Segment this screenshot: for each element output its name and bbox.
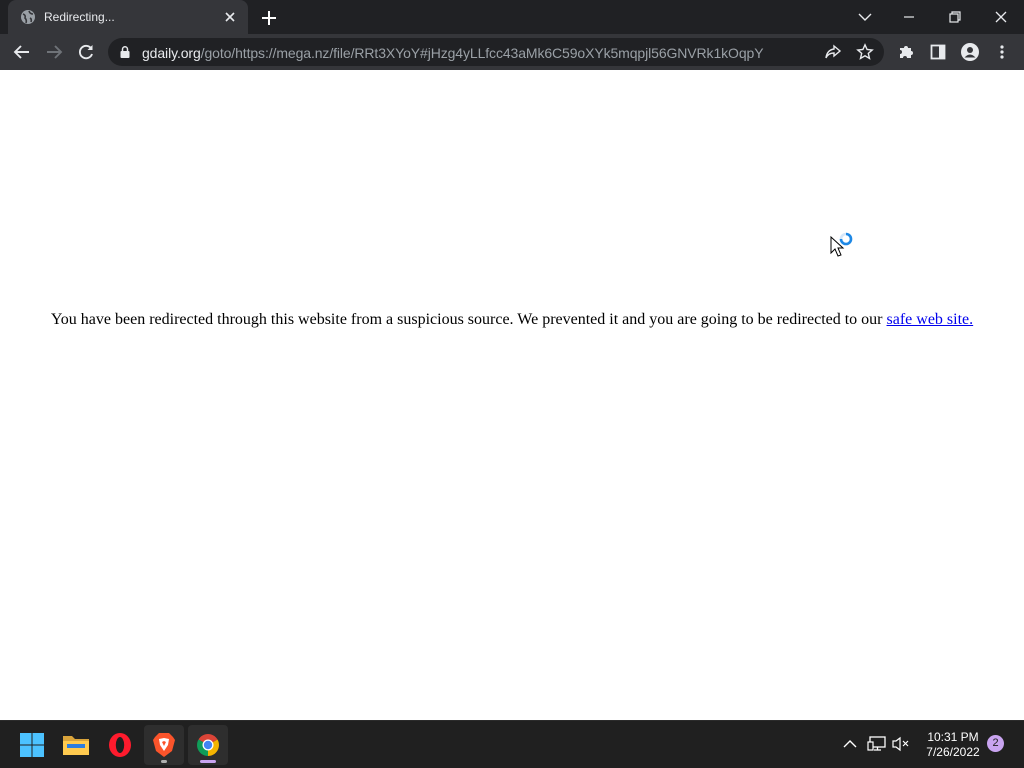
taskbar-app-file-explorer[interactable] [56, 725, 96, 765]
tab-title: Redirecting... [44, 10, 115, 24]
volume-button[interactable] [890, 733, 912, 755]
tab-search-button[interactable] [842, 0, 888, 34]
notification-badge[interactable]: 2 [987, 735, 1004, 752]
reload-button[interactable] [73, 39, 99, 65]
chevron-up-icon [843, 740, 857, 748]
show-hidden-icons-button[interactable] [839, 733, 861, 755]
redirect-message-text: You have been redirected through this we… [50, 311, 883, 328]
side-panel-icon [930, 44, 946, 60]
running-indicator [161, 760, 167, 763]
side-panel-button[interactable] [925, 39, 951, 65]
taskbar-app-opera[interactable] [100, 725, 140, 765]
browser-tab[interactable]: Redirecting... [8, 0, 248, 34]
clock-date: 7/26/2022 [926, 745, 980, 759]
more-vert-icon [1000, 45, 1004, 59]
url-text[interactable]: gdaily.org/goto/https://mega.nz/file/RRt… [142, 45, 764, 61]
folder-icon [63, 736, 89, 755]
globe-icon [21, 10, 35, 24]
opera-icon [109, 733, 131, 757]
extensions-button[interactable] [893, 39, 919, 65]
brave-icon [153, 733, 175, 757]
network-icon [867, 736, 886, 751]
web-page: You have been redirected through this we… [0, 70, 1024, 720]
restore-button[interactable] [932, 0, 978, 34]
start-button[interactable] [12, 725, 52, 765]
safe-site-link[interactable]: safe web site. [887, 311, 974, 328]
url-host: gdaily.org [142, 45, 201, 61]
forward-button[interactable] [41, 39, 67, 65]
address-bar[interactable]: gdaily.org/goto/https://mega.nz/file/RRt… [108, 38, 884, 66]
mouse-cursor-busy-icon [830, 232, 853, 257]
close-tab-icon[interactable] [222, 9, 238, 25]
windows-logo-icon [20, 733, 44, 757]
arrow-left-icon [13, 45, 29, 59]
windows-taskbar: 10:31 PM 7/26/2022 [0, 720, 1024, 768]
back-button[interactable] [9, 39, 35, 65]
lock-icon[interactable] [118, 45, 132, 59]
new-tab-plus-icon[interactable] [258, 7, 280, 29]
chrome-menu-button[interactable] [989, 39, 1015, 65]
share-icon[interactable] [824, 44, 842, 60]
chrome-icon [197, 734, 219, 756]
minimize-icon [904, 16, 914, 18]
redirect-message: You have been redirected through this we… [0, 311, 1024, 329]
minimize-button[interactable] [886, 0, 932, 34]
taskbar-app-chrome[interactable] [188, 725, 228, 765]
arrow-right-icon [47, 45, 63, 59]
reload-icon [78, 44, 93, 60]
profile-icon [961, 43, 979, 61]
bookmark-star-icon[interactable] [856, 43, 874, 61]
taskbar-app-brave[interactable] [144, 725, 184, 765]
network-button[interactable] [866, 733, 888, 755]
active-window-indicator [200, 760, 216, 763]
chevron-down-icon [858, 13, 872, 21]
url-path: /goto/https://mega.nz/file/RRt3XYoY#jHzg… [200, 45, 764, 61]
restore-icon [949, 11, 961, 23]
profile-button[interactable] [957, 39, 983, 65]
browser-toolbar: gdaily.org/goto/https://mega.nz/file/RRt… [0, 34, 1024, 70]
volume-muted-icon [892, 736, 909, 752]
puzzle-icon [900, 46, 913, 58]
close-icon [995, 11, 1007, 23]
close-window-button[interactable] [978, 0, 1024, 34]
clock-time: 10:31 PM [927, 730, 979, 744]
clock[interactable]: 10:31 PM 7/26/2022 [918, 730, 988, 760]
tab-strip: Redirecting... [0, 0, 1024, 34]
